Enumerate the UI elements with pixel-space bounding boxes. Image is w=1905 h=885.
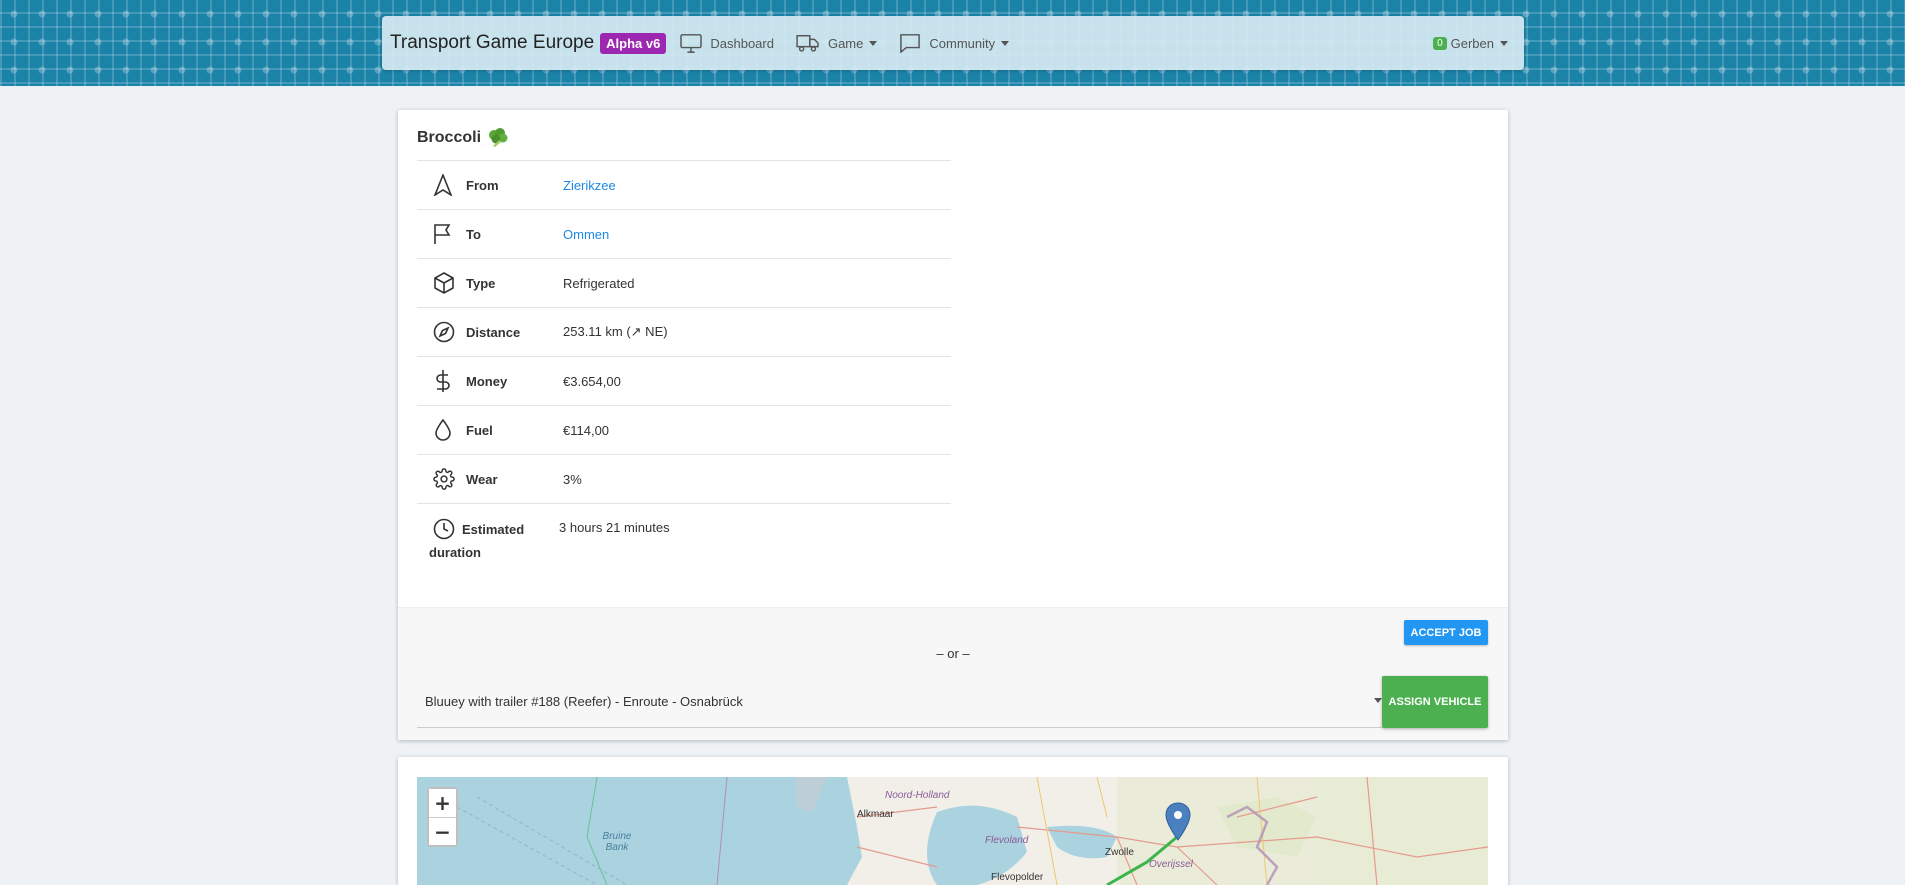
vehicle-select-value: Bluuey with trailer #188 (Reefer) - Enro… — [425, 694, 743, 709]
notification-count-badge: 0 — [1433, 36, 1447, 50]
zoom-control: + − — [427, 787, 458, 847]
map-label: Zwolle — [1105, 847, 1134, 858]
user-menu[interactable]: 0 Gerben — [1433, 36, 1508, 51]
map-marker-icon[interactable] — [1165, 802, 1191, 842]
user-name: Gerben — [1450, 35, 1494, 51]
detail-label: To — [466, 226, 481, 242]
nav-dashboard[interactable]: Dashboard — [680, 33, 774, 53]
monitor-icon — [680, 34, 703, 53]
droplet-icon — [435, 419, 451, 441]
detail-label: Fuel — [466, 422, 493, 438]
chevron-down-icon — [1001, 40, 1010, 46]
fuel-value: €114,00 — [563, 422, 610, 438]
to-city-link[interactable]: Ommen — [563, 227, 609, 242]
nav-community-label: Community — [929, 35, 996, 51]
box-icon — [434, 272, 454, 294]
brand-title[interactable]: Transport Game Europe — [390, 32, 594, 54]
duration-value: 3 hours 21 minutes — [559, 520, 670, 535]
zoom-out-button[interactable]: − — [429, 817, 456, 845]
detail-label: Money — [466, 373, 508, 389]
nav-dashboard-label: Dashboard — [710, 35, 774, 51]
detail-row-to: To Ommen — [417, 209, 951, 258]
job-actions: ACCEPT JOB – or – Bluuey with trailer #1… — [398, 607, 1508, 740]
detail-label: From — [466, 177, 499, 193]
detail-label: Distance — [466, 324, 521, 340]
navigation-arrow-icon — [433, 174, 453, 196]
map-label: Alkmaar — [857, 809, 894, 820]
nav-game[interactable]: Game — [796, 33, 878, 53]
detail-label: Wear — [466, 471, 498, 487]
detail-row-distance: Distance 253.11 km (↗ NE) — [417, 307, 951, 356]
compass-icon — [433, 321, 455, 343]
flag-icon — [434, 224, 451, 244]
job-card: Broccoli From Zierikzee To Ommen Type Re… — [398, 110, 1508, 740]
wear-value: 3% — [563, 471, 582, 487]
distance-value: 253.11 km (↗ NE) — [563, 324, 668, 339]
map-label: Bruine Bank — [602, 831, 632, 853]
version-badge: Alpha v6 — [600, 32, 667, 54]
assign-vehicle-button[interactable]: ASSIGN VEHICLE — [1382, 676, 1488, 728]
accept-job-button[interactable]: ACCEPT JOB — [1404, 620, 1488, 645]
chat-icon — [900, 34, 921, 53]
map-label: Overijssel — [1149, 859, 1193, 870]
clock-icon — [433, 518, 455, 540]
detail-row-duration: Estimated duration 3 hours 21 minutes — [417, 503, 951, 565]
detail-row-wear: Wear 3% — [417, 454, 951, 503]
job-title-text: Broccoli — [417, 129, 482, 146]
broccoli-icon — [489, 128, 508, 147]
route-map[interactable]: Noord-Holland Alkmaar Flevoland Zwolle O… — [417, 777, 1488, 885]
zoom-in-button[interactable]: + — [429, 789, 456, 817]
or-separator: – or – — [936, 646, 970, 661]
map-label: Flevoland — [985, 835, 1029, 846]
dollar-icon — [436, 370, 450, 392]
from-city-link[interactable]: Zierikzee — [563, 178, 616, 193]
gear-icon — [433, 468, 455, 490]
detail-row-type: Type Refrigerated — [417, 258, 951, 307]
detail-row-from: From Zierikzee — [417, 160, 951, 209]
chevron-down-icon — [869, 40, 878, 46]
detail-row-fuel: Fuel €114,00 — [417, 405, 951, 454]
job-details-table: From Zierikzee To Ommen Type Refrigerate… — [417, 160, 951, 565]
detail-label: Type — [466, 275, 496, 291]
top-navbar: Transport Game Europe Alpha v6 Dashboard… — [382, 16, 1524, 70]
map-label: Noord-Holland — [885, 790, 950, 801]
chevron-down-icon — [1500, 40, 1508, 46]
cargo-type-value: Refrigerated — [563, 275, 635, 291]
nav-game-label: Game — [827, 35, 864, 51]
job-title: Broccoli — [417, 128, 509, 148]
nav-community[interactable]: Community — [899, 33, 1010, 53]
duration-label-wrap: Estimated duration — [429, 518, 559, 564]
detail-row-money: Money €3.654,00 — [417, 356, 951, 405]
map-card: Noord-Holland Alkmaar Flevoland Zwolle O… — [398, 757, 1508, 885]
chevron-down-icon — [1374, 698, 1382, 703]
map-tiles — [417, 777, 1488, 885]
map-label: Flevopolder — [991, 872, 1044, 883]
money-value: €3.654,00 — [563, 373, 621, 389]
vehicle-select[interactable]: Bluuey with trailer #188 (Reefer) - Enro… — [417, 676, 1382, 728]
truck-icon — [796, 35, 819, 52]
